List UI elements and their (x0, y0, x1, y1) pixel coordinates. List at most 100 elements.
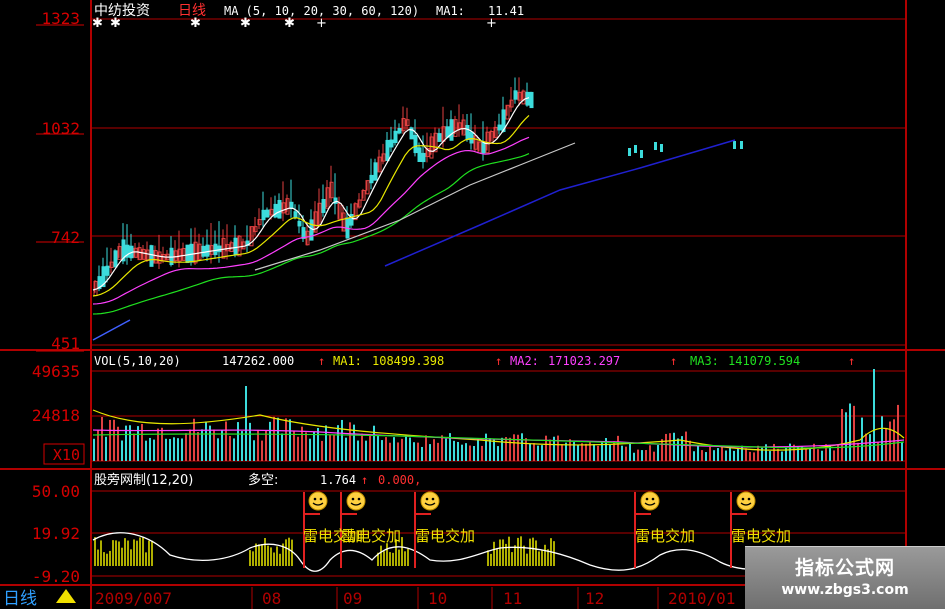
corner-period-label[interactable]: 日线 (3, 589, 37, 609)
volume-bar (525, 438, 527, 461)
volume-bar (633, 452, 635, 461)
candle-body (437, 133, 442, 142)
volume-header: VOL(5,10,20) 147262.000 ↑ MA1: 108499.39… (94, 354, 855, 368)
triangle-up-icon[interactable] (56, 589, 76, 603)
volume-bar (417, 442, 419, 461)
volume-bar (241, 431, 243, 461)
volume-bar (617, 435, 619, 461)
volume-bar (709, 446, 711, 461)
candle-body (149, 245, 154, 267)
vol-tick-49635: 49635 (32, 362, 80, 381)
volume-bar (717, 448, 719, 461)
chart-marks: ✱ ✱ ✱ ✱ ✱ + + (0, 0, 945, 609)
volume-bar (609, 444, 611, 461)
ma10-line (92, 114, 530, 297)
vol-ma2-label: MA2: (510, 354, 539, 368)
volume-bar (145, 440, 147, 461)
volume-bar (413, 442, 415, 461)
volume-bar (329, 434, 331, 461)
volume-bar (321, 440, 323, 461)
candle-body (413, 134, 418, 154)
volume-bar (705, 452, 707, 461)
volume-bar (665, 433, 667, 461)
volume-bar (721, 446, 723, 461)
signal-marker-3: 雷电交加 (415, 491, 475, 545)
volume-bar (677, 438, 679, 461)
vol-ma2-arrow: ↑ (670, 354, 677, 368)
x-label-11: 11 (503, 589, 522, 608)
volume-bar (433, 439, 435, 461)
volume-bar (205, 421, 207, 461)
volume-axis: 49635 24818 X10 (32, 362, 85, 465)
price-tick-742: 742 (51, 228, 80, 247)
volume-bar (749, 451, 751, 461)
volume-bar (289, 419, 291, 461)
volume-bar (165, 438, 167, 461)
volume-bar (629, 443, 631, 461)
vol-ma1-arrow: ↑ (495, 354, 502, 368)
candle-body (105, 265, 110, 276)
volume-bar (233, 438, 235, 461)
volume-bar (461, 444, 463, 461)
volume-bar (549, 439, 551, 461)
vol-arrow: ↑ (318, 354, 325, 368)
smiley-icon (346, 491, 366, 511)
candle-body (289, 201, 294, 209)
volume-bar (865, 433, 867, 461)
volume-bar (493, 439, 495, 461)
volume-bar (261, 440, 263, 461)
volume-bar (441, 435, 443, 461)
x-label-10: 10 (428, 589, 447, 608)
volume-bar (105, 436, 107, 461)
volume-bar (237, 422, 239, 461)
candle-body (205, 244, 210, 257)
volume-bar (853, 405, 855, 461)
vol-value: 147262.000 (222, 354, 294, 368)
candle-body (293, 211, 298, 218)
volume-bar (109, 419, 111, 461)
star-icon: ✱ (110, 16, 121, 31)
signal-label-5: 雷电交加 (731, 527, 791, 545)
volume-bar (169, 438, 171, 461)
smiley-icon (308, 491, 328, 511)
volume-bar (533, 443, 535, 461)
volume-bar (649, 445, 651, 461)
smiley-icon (736, 491, 756, 511)
volume-bar (373, 425, 375, 461)
volume-bar (473, 446, 475, 461)
volume-bar (305, 432, 307, 461)
volume-bar (517, 434, 519, 461)
volume-bar (621, 445, 623, 461)
signal-marker-2: 雷电交加 (341, 491, 401, 545)
volume-bar (397, 442, 399, 461)
volume-bar (513, 434, 515, 461)
volume-bar (521, 433, 523, 461)
volume-bar (729, 446, 731, 461)
volume-bar (689, 440, 691, 461)
volume-bar (805, 448, 807, 461)
x-label-12: 12 (585, 589, 604, 608)
smiley-icon (420, 491, 440, 511)
volume-bar (653, 451, 655, 461)
volume-bar (177, 438, 179, 461)
volume-bar (641, 450, 643, 461)
vol-ma2-value: 171023.297 (548, 354, 620, 368)
volume-bar (121, 440, 123, 461)
signal-label-2: 雷电交加 (341, 527, 401, 545)
candle-body (189, 243, 194, 263)
volume-bar (809, 448, 811, 461)
volume-bar (713, 450, 715, 461)
period-corner[interactable]: 日线 (3, 589, 76, 609)
volume-bar (693, 451, 695, 461)
chart-header: 中纺投资 日线 MA (5, 10, 20, 30, 60, 120) MA1:… (94, 3, 524, 19)
candle-body (740, 141, 743, 149)
vol-ma1-label: MA1: (333, 354, 362, 368)
volume-bar (757, 445, 759, 461)
candle-body (113, 250, 118, 268)
volume-bar (453, 440, 455, 461)
candle-body (369, 174, 374, 184)
volume-bar (781, 451, 783, 461)
volume-bar (377, 434, 379, 461)
volume-bar (385, 437, 387, 461)
candle-body (297, 220, 302, 227)
